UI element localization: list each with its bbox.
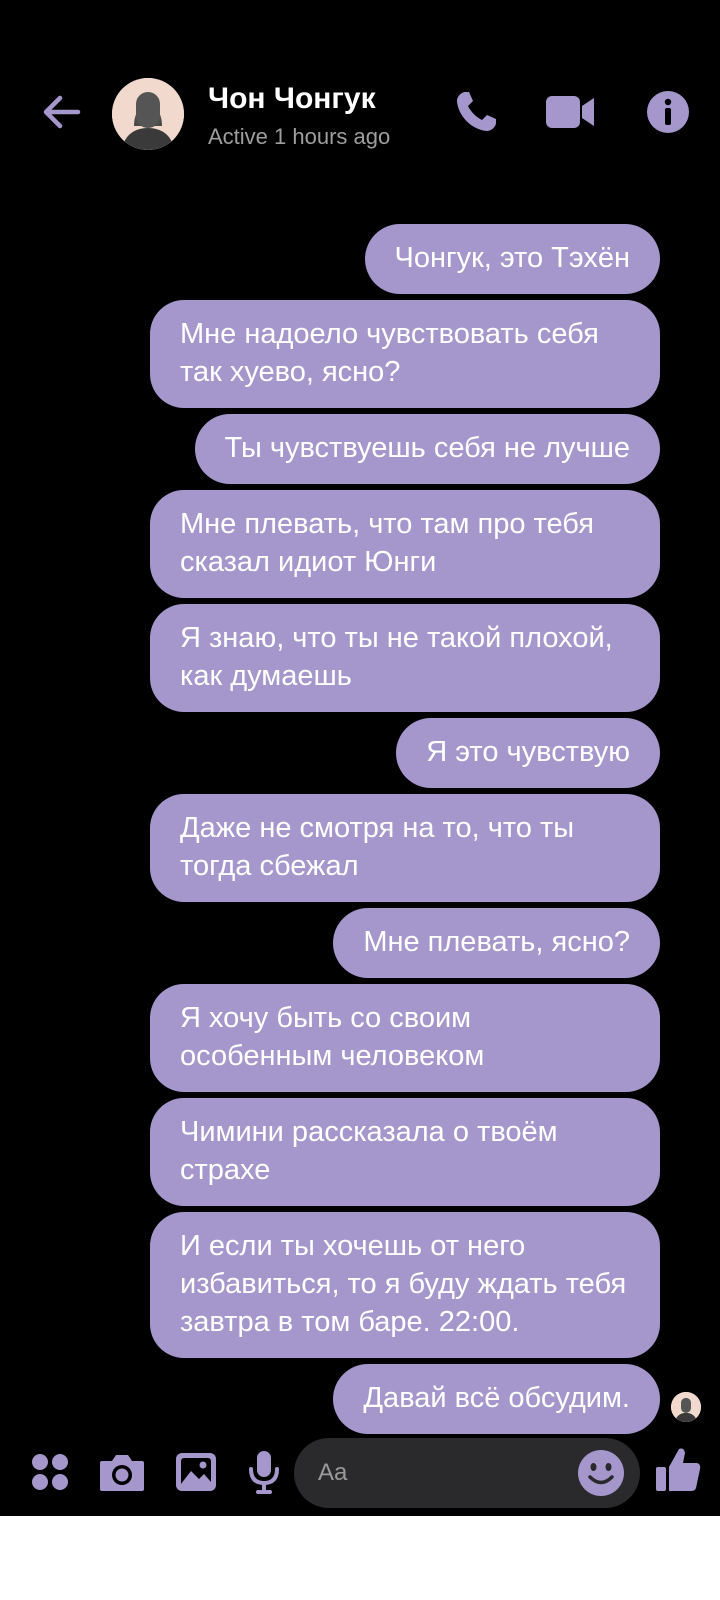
image-icon (176, 1453, 216, 1491)
message-input-container (294, 1438, 640, 1508)
message-bubble[interactable]: Мне плевать, ясно? (333, 908, 660, 978)
contact-avatar[interactable] (112, 78, 184, 150)
message-list: Чонгук, это Тэхён Мне надоело чувствоват… (140, 224, 660, 1434)
back-button[interactable] (36, 86, 88, 138)
microphone-icon (249, 1451, 279, 1494)
contact-name[interactable]: Чон Чонгук (208, 82, 376, 116)
message-bubble[interactable]: Я знаю, что ты не такой плохой, как дума… (150, 604, 660, 712)
composer-bar (0, 1436, 720, 1516)
message-bubble[interactable]: Даже не смотря на то, что ты тогда сбежа… (150, 794, 660, 902)
info-icon (647, 91, 689, 133)
video-camera-icon (546, 96, 594, 128)
chat-header: Чон Чонгук Active 1 hours ago (0, 70, 720, 160)
message-bubble[interactable]: Мне плевать, что там про тебя сказал иди… (150, 490, 660, 598)
apps-button[interactable] (24, 1446, 76, 1498)
message-bubble[interactable]: И если ты хочешь от него избавиться, то … (150, 1212, 660, 1358)
info-button[interactable] (640, 84, 696, 140)
message-bubble[interactable]: Я хочу быть со своим особенным человеком (150, 984, 660, 1092)
voice-call-button[interactable] (448, 84, 504, 140)
back-arrow-icon (43, 95, 81, 129)
gallery-button[interactable] (170, 1446, 222, 1498)
emoji-icon (578, 1450, 624, 1496)
message-bubble[interactable]: Я это чувствую (396, 718, 660, 788)
seen-avatar-image (671, 1392, 701, 1422)
message-bubble[interactable]: Давай всё обсудим. (333, 1364, 660, 1434)
contact-status: Active 1 hours ago (208, 124, 391, 149)
voice-message-button[interactable] (238, 1446, 290, 1498)
camera-icon (100, 1455, 144, 1491)
message-bubble[interactable]: Чонгук, это Тэхён (364, 224, 660, 294)
emoji-button[interactable] (576, 1448, 626, 1498)
message-input[interactable] (318, 1438, 558, 1508)
message-bubble[interactable]: Чимини рассказала о твоём страхе (150, 1098, 660, 1206)
apps-icon (32, 1454, 68, 1490)
message-bubble[interactable]: Ты чувствуешь себя не лучше (194, 414, 660, 484)
chat-screen: Чон Чонгук Active 1 hours ago Чонгук, эт… (0, 0, 720, 1516)
avatar-image (112, 78, 184, 150)
video-call-button[interactable] (542, 84, 598, 140)
seen-indicator-avatar (671, 1392, 701, 1422)
message-bubble[interactable]: Мне надоело чувствовать себя так хуево, … (150, 300, 660, 408)
camera-button[interactable] (96, 1446, 148, 1498)
like-button[interactable] (652, 1444, 704, 1496)
phone-icon (457, 92, 496, 131)
thumbs-up-icon (656, 1448, 701, 1491)
